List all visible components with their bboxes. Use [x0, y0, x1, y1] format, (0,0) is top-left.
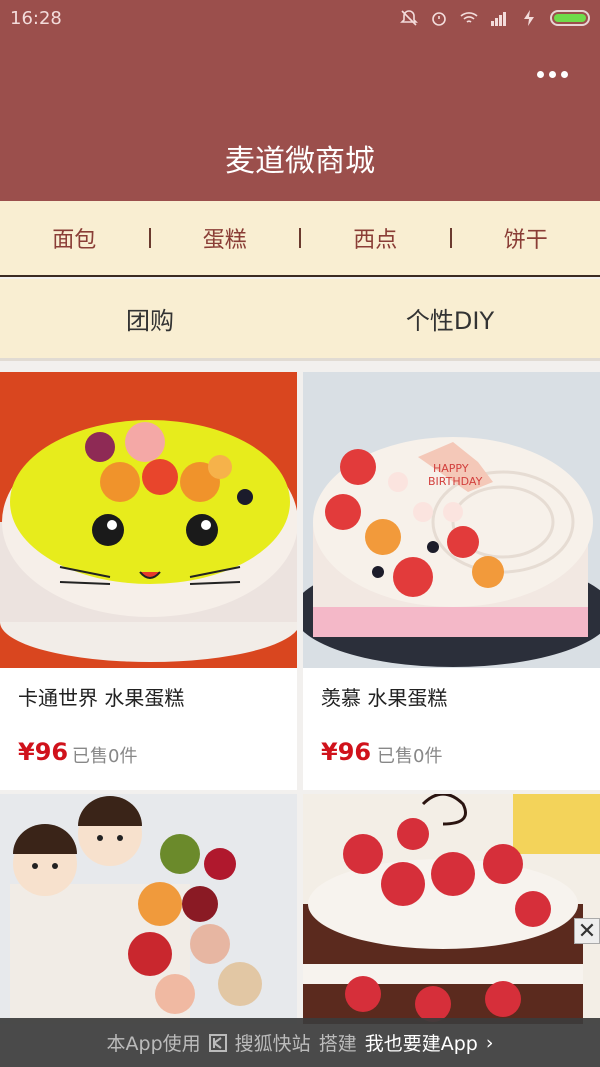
charging-icon — [524, 10, 534, 26]
promo-prefix: 本App使用 — [106, 1033, 201, 1055]
battery-icon — [550, 10, 590, 26]
category-bread[interactable]: 面包 — [0, 222, 149, 254]
product-name[interactable]: 羡慕 水果蛋糕 — [321, 682, 447, 711]
dot-icon — [560, 70, 568, 78]
product-price: ¥96 — [18, 738, 69, 766]
app-header: 麦道微商城 — [0, 36, 600, 201]
category-nav: 面包 蛋糕 西点 饼干 — [0, 201, 600, 277]
more-options-button[interactable] — [534, 62, 570, 86]
product-sold-count: 已售0件 — [377, 746, 443, 767]
product-card[interactable] — [303, 794, 600, 1024]
product-image[interactable] — [303, 794, 600, 1024]
status-icons — [400, 9, 590, 27]
product-image[interactable]: HAPPY BIRTHDAY — [303, 372, 600, 668]
category-pastry[interactable]: 西点 — [301, 222, 450, 254]
promo-brand: 搜狐快站 — [234, 1033, 311, 1055]
product-sold-count: 已售0件 — [72, 746, 138, 767]
page-title: 麦道微商城 — [225, 144, 375, 179]
product-price: ¥96 — [321, 738, 372, 766]
wifi-icon — [460, 12, 478, 23]
dot-icon — [548, 70, 556, 78]
product-image[interactable] — [0, 372, 297, 668]
close-icon[interactable]: ✕ — [574, 918, 600, 944]
chevron-right-icon: › — [485, 1031, 494, 1054]
status-time: 16:28 — [10, 7, 62, 29]
tab-group-buy[interactable]: 团购 — [0, 301, 300, 336]
product-name[interactable]: 卡通世界 水果蛋糕 — [18, 682, 184, 711]
kids-cake-image — [0, 794, 297, 1024]
product-image[interactable] — [0, 794, 297, 1024]
cartoon-cake-image — [0, 372, 297, 668]
promo-cta[interactable]: 我也要建App — [365, 1029, 478, 1056]
svg-text:BIRTHDAY: BIRTHDAY — [428, 475, 483, 488]
dot-icon — [536, 70, 544, 78]
black-forest-cake-image — [303, 794, 600, 1024]
signal-icon — [491, 12, 506, 26]
promo-bar[interactable]: 本App使用 搜狐快站 搭建 我也要建App › — [0, 1018, 600, 1067]
category-cake[interactable]: 蛋糕 — [151, 222, 300, 254]
alarm-icon — [432, 12, 446, 26]
mute-bell-icon — [400, 10, 418, 26]
sohu-logo-icon — [208, 1033, 227, 1052]
birthday-cake-image: HAPPY BIRTHDAY — [303, 372, 600, 668]
product-card[interactable]: HAPPY BIRTHDAY 羡慕 水果蛋糕 ¥96 已售0件 — [303, 372, 600, 790]
tab-custom-diy[interactable]: 个性DIY — [300, 301, 600, 336]
sub-nav: 团购 个性DIY — [0, 279, 600, 361]
status-bar: 16:28 — [0, 0, 600, 36]
product-card[interactable] — [0, 794, 297, 1024]
category-biscuit[interactable]: 饼干 — [452, 222, 600, 254]
svg-text:HAPPY: HAPPY — [433, 462, 469, 475]
promo-middle: 搭建 — [318, 1033, 357, 1055]
product-card[interactable]: 卡通世界 水果蛋糕 ¥96 已售0件 — [0, 372, 297, 790]
